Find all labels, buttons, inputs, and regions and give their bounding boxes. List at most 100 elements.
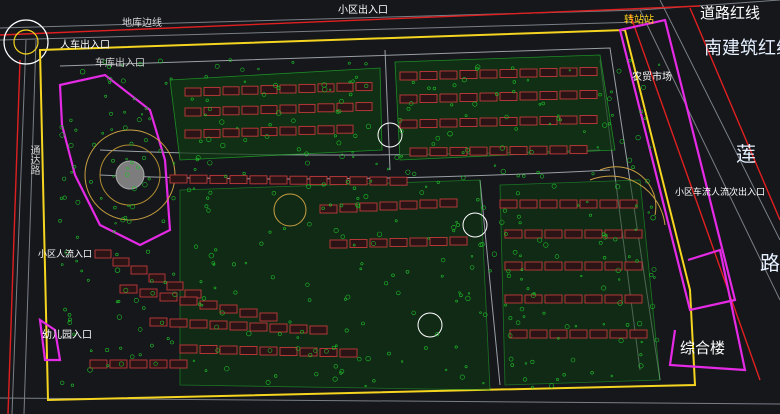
- building-block: [148, 273, 166, 283]
- building-block: [239, 346, 258, 355]
- building-block: [624, 261, 643, 271]
- building-block: [504, 261, 523, 271]
- building-block: [184, 129, 202, 139]
- building-block: [479, 69, 498, 79]
- building-block: [439, 93, 458, 103]
- building-block: [519, 199, 538, 209]
- building-block: [459, 118, 478, 127]
- building-block: [409, 147, 428, 157]
- building-block: [349, 239, 368, 248]
- building-block: [564, 261, 583, 271]
- building-block: [112, 257, 130, 267]
- building-block: [149, 317, 168, 327]
- building-block: [222, 128, 240, 138]
- building-block: [419, 119, 438, 128]
- building-block: [419, 94, 438, 103]
- building-block: [289, 175, 308, 185]
- building-block: [349, 176, 368, 186]
- building-block: [239, 308, 258, 318]
- building-block: [579, 199, 598, 209]
- building-block: [169, 359, 188, 369]
- building-block: [249, 322, 268, 332]
- building-block: [317, 103, 335, 113]
- building-block: [549, 329, 568, 339]
- label-vehicle-entrance: 车库出入口: [95, 58, 145, 69]
- building-block: [604, 294, 623, 304]
- green-areas: [169, 54, 661, 391]
- building-block: [499, 69, 518, 78]
- building-block: [569, 329, 588, 339]
- building-block: [199, 345, 218, 354]
- building-block: [355, 82, 373, 92]
- label-kindergarten-entrance: 幼儿园入口: [42, 330, 92, 341]
- building-block: [241, 105, 259, 115]
- building-block: [559, 115, 578, 125]
- building-block: [539, 91, 558, 100]
- building-block: [584, 294, 603, 304]
- building-block: [579, 67, 598, 76]
- building-block: [584, 261, 603, 271]
- label-residential-entrance-top: 小区出入口: [338, 5, 388, 16]
- building-block: [549, 145, 568, 155]
- building-block: [203, 128, 221, 138]
- building-block: [359, 202, 378, 212]
- building-block: [339, 348, 358, 358]
- building-block: [166, 281, 184, 291]
- building-block: [309, 325, 328, 335]
- building-block: [317, 125, 335, 135]
- building-block: [260, 105, 278, 115]
- building-block: [159, 292, 178, 302]
- building-block: [169, 174, 188, 184]
- building-block: [539, 199, 558, 209]
- building-block: [241, 85, 259, 95]
- building-block: [279, 104, 297, 114]
- building-block: [599, 199, 618, 209]
- building-block: [579, 90, 598, 99]
- building-block: [189, 174, 208, 184]
- building-block: [524, 294, 543, 304]
- building-block: [222, 106, 240, 116]
- building-block: [399, 71, 418, 81]
- site-plan-canvas: 小区出入口 地库边线 人车出入口 车库出入口 转站站 农贸市场 道路红线 南建筑…: [0, 0, 780, 414]
- building-block: [119, 284, 138, 294]
- building-block: [229, 321, 248, 331]
- building-block: [260, 85, 278, 95]
- building-block: [229, 175, 248, 185]
- building-block: [336, 124, 354, 134]
- building-block: [409, 237, 428, 247]
- building-block: [509, 146, 528, 155]
- building-block: [399, 200, 418, 210]
- label-road-edge-line: 地库边线: [122, 18, 162, 29]
- building-block: [564, 294, 583, 304]
- label-south-building-line: 南建筑红线: [704, 38, 780, 59]
- building-block: [499, 117, 518, 126]
- building-block: [339, 203, 358, 213]
- label-lian-char: 莲: [736, 142, 756, 166]
- building-block: [499, 199, 518, 209]
- building-block: [559, 67, 578, 77]
- building-block: [369, 176, 388, 186]
- building-block: [439, 198, 458, 208]
- building-block: [130, 265, 148, 275]
- building-block: [429, 237, 448, 246]
- label-complex-building: 综合楼: [680, 339, 726, 357]
- building-block: [569, 145, 588, 155]
- building-block: [149, 359, 168, 369]
- building-block: [419, 71, 438, 80]
- building-block: [269, 175, 288, 185]
- building-block: [519, 91, 538, 101]
- label-lu-char: 路: [760, 251, 780, 275]
- label-side-entrance-right: 小区车流人流次出入口: [675, 188, 766, 198]
- building-block: [519, 68, 538, 78]
- building-block: [336, 82, 354, 92]
- building-block: [479, 92, 498, 102]
- building-block: [184, 87, 202, 97]
- building-block: [279, 347, 298, 356]
- building-block: [94, 249, 112, 259]
- building-block: [203, 86, 221, 96]
- building-block: [189, 319, 208, 329]
- building-block: [544, 229, 563, 239]
- building-block: [624, 294, 643, 304]
- building-block: [459, 93, 478, 102]
- building-block: [298, 83, 316, 93]
